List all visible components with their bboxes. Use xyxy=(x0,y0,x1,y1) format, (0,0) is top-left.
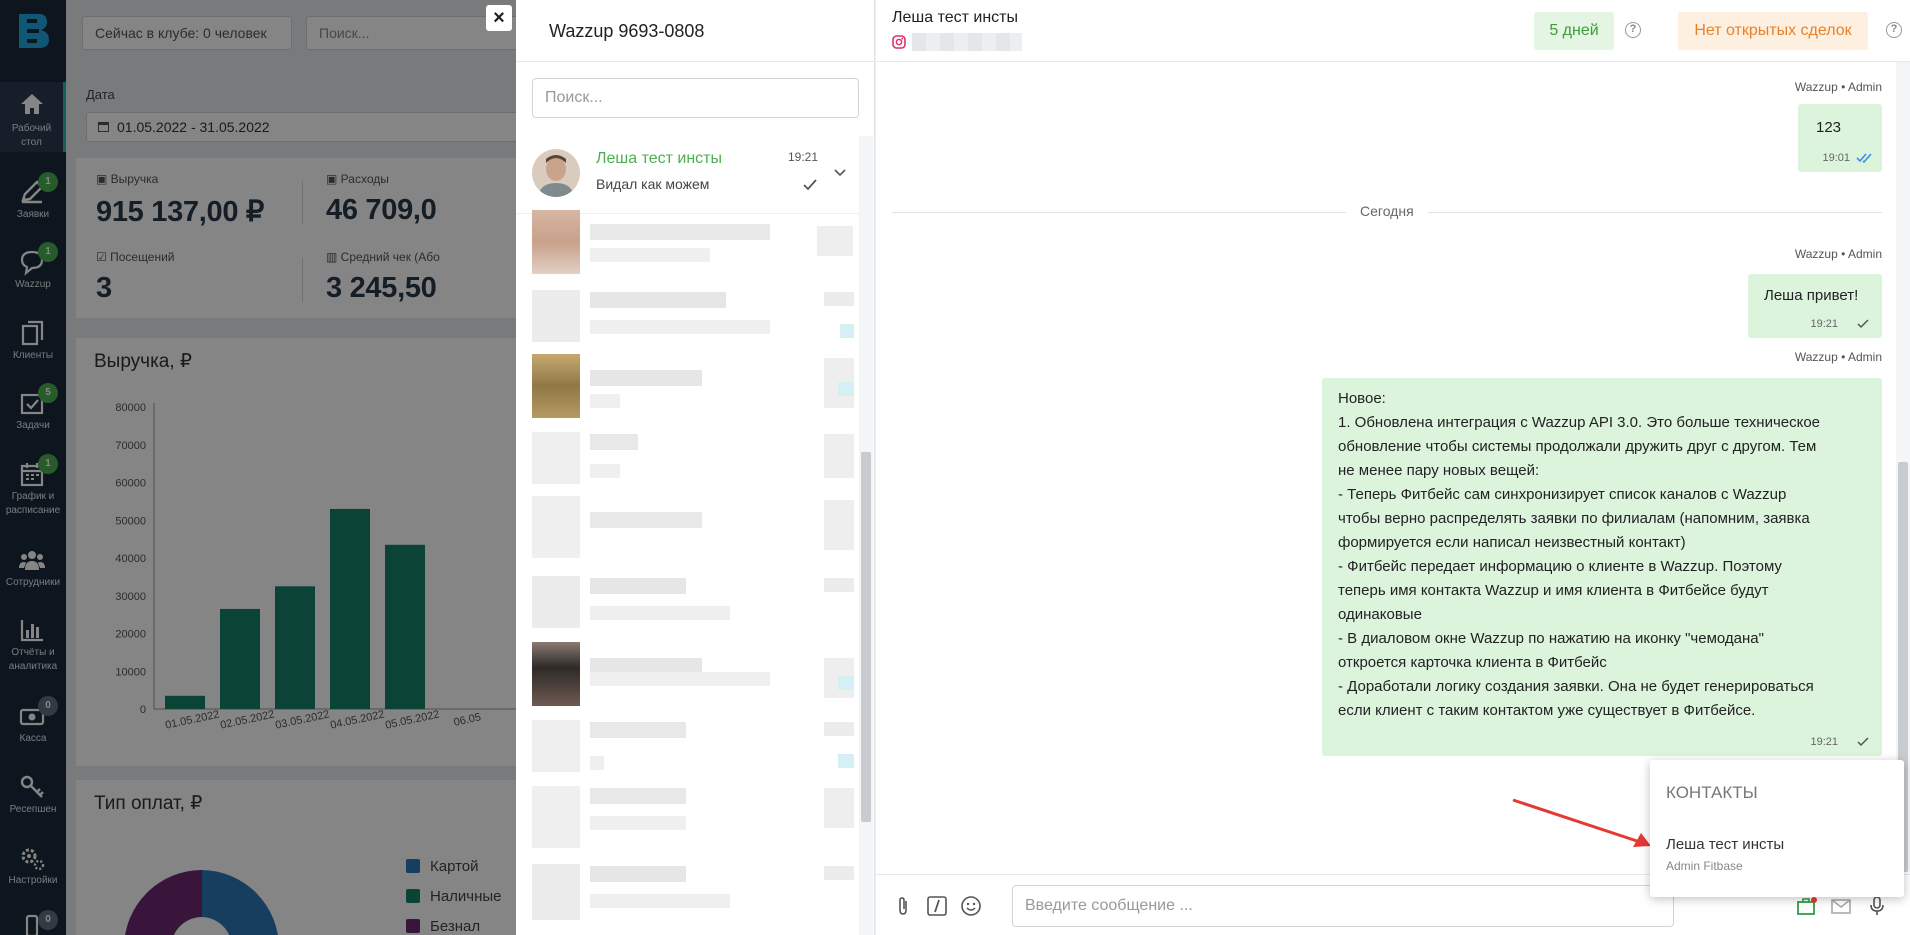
help-icon[interactable]: ? xyxy=(1625,22,1641,38)
contact-name: Леша тест инсты xyxy=(596,150,722,167)
contacts-popup-name: Леша тест инсты xyxy=(1666,836,1785,853)
message-bubble: Леша привет! 19:21 xyxy=(1748,274,1882,338)
close-chat-button[interactable]: × xyxy=(486,5,512,31)
chat-list-pane: Wazzup 9693-0808 Поиск... Леша тест инст… xyxy=(516,0,875,935)
conversation-scrollbar[interactable] xyxy=(1896,62,1910,872)
microphone-icon[interactable] xyxy=(1866,895,1888,917)
chat-list-item[interactable] xyxy=(532,290,858,352)
last-message-time: 19:21 xyxy=(788,150,819,164)
briefcase-add-icon[interactable] xyxy=(1796,895,1818,917)
message-meta: Wazzup • Admin xyxy=(1794,80,1882,94)
contact-handle-obscured xyxy=(912,33,1022,51)
chat-search-input[interactable]: Поиск... xyxy=(532,78,859,118)
mail-icon[interactable] xyxy=(1830,895,1852,917)
chat-list-item[interactable] xyxy=(532,864,858,926)
avatar xyxy=(532,149,580,197)
chat-list-item[interactable] xyxy=(532,432,858,494)
message-meta: Wazzup • Admin xyxy=(1794,247,1882,261)
modal-backdrop[interactable] xyxy=(0,0,516,935)
double-check-icon xyxy=(1856,153,1872,164)
message-text: Новое: 1. Обновлена интеграция с Wazzup … xyxy=(1338,390,1821,719)
chat-list-item[interactable] xyxy=(532,496,858,558)
message-input[interactable]: Введите сообщение ... xyxy=(1012,885,1674,927)
message-thread: Wazzup • Admin 123 19:01 Сегодня Wazzup … xyxy=(876,62,1910,872)
conversation-header: Леша тест инсты 5 дней ? Нет открытых сд… xyxy=(876,0,1910,62)
message-time: 19:01 xyxy=(1822,152,1850,164)
conversation-contact-name: Леша тест инсты xyxy=(892,9,1018,26)
message-bubble: 123 19:01 xyxy=(1798,104,1882,172)
message-text: 123 xyxy=(1816,119,1842,136)
days-badge[interactable]: 5 дней xyxy=(1534,12,1614,50)
annotation-arrow-icon xyxy=(1512,798,1651,847)
contacts-popup-title: КОНТАКТЫ xyxy=(1666,783,1758,802)
contacts-popup-subtitle: Admin Fitbase xyxy=(1666,859,1743,873)
help-icon[interactable]: ? xyxy=(1886,22,1902,38)
day-separator: Сегодня xyxy=(1346,203,1428,219)
channel-title: Wazzup 9693-0808 xyxy=(516,0,875,62)
contacts-popup: КОНТАКТЫ Леша тест инсты Admin Fitbase xyxy=(1650,760,1904,897)
last-message-preview: Видал как можем xyxy=(596,176,710,192)
chat-list-item[interactable] xyxy=(532,210,858,274)
message-text: Леша привет! xyxy=(1764,287,1859,304)
check-icon xyxy=(803,179,817,191)
chat-list-item[interactable] xyxy=(532,720,858,782)
chat-list-scroll-thumb[interactable] xyxy=(861,452,871,822)
chevron-down-icon[interactable] xyxy=(832,164,848,180)
chat-list-item-active[interactable]: Леша тест инсты Видал как можем 19:21 xyxy=(516,136,859,214)
message-meta: Wazzup • Admin xyxy=(1794,350,1882,364)
paperclip-icon[interactable] xyxy=(892,895,914,917)
open-deals-badge[interactable]: Нет открытых сделок xyxy=(1678,12,1868,50)
chat-list-item[interactable] xyxy=(532,354,858,418)
emoji-icon[interactable] xyxy=(960,895,982,917)
slash-command-icon[interactable] xyxy=(926,895,948,917)
message-time: 19:21 xyxy=(1810,318,1838,330)
chat-list-item[interactable] xyxy=(532,786,858,848)
check-icon xyxy=(1857,737,1869,747)
instagram-icon xyxy=(892,35,906,49)
message-bubble: Новое: 1. Обновлена интеграция с Wazzup … xyxy=(1322,378,1882,756)
chat-list-item[interactable] xyxy=(532,642,858,706)
chat-list-item[interactable] xyxy=(532,576,858,638)
screen: Рабочий стол 1 Заявки 1 Wazzup Клиенты 5… xyxy=(0,0,1910,935)
check-icon xyxy=(1857,319,1869,329)
message-time: 19:21 xyxy=(1810,736,1838,748)
